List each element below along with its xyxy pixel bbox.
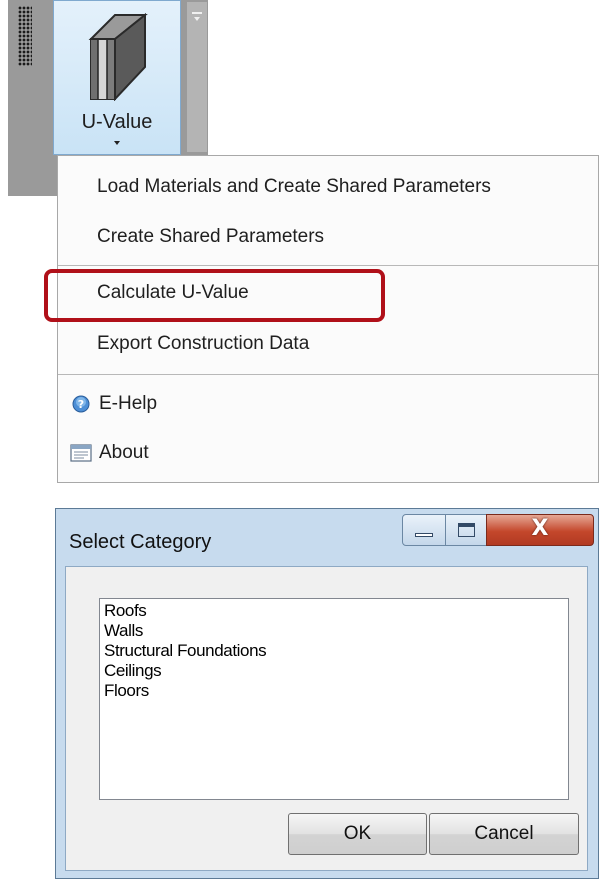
maximize-icon (458, 523, 475, 537)
menu-item-label: Load Materials and Create Shared Paramet… (97, 176, 491, 197)
help-icon: ? (72, 395, 90, 413)
list-item-walls[interactable]: Walls (104, 621, 564, 641)
menu-separator (58, 265, 598, 266)
cancel-button[interactable]: Cancel (429, 813, 579, 855)
wall-section-icon (88, 12, 148, 101)
menu-item-label: Create Shared Parameters (97, 226, 325, 247)
dialog-title: Select Category (69, 531, 212, 553)
menu-item-label: E-Help (99, 393, 158, 414)
menu-item-e-help[interactable]: ? E-Help (58, 384, 598, 424)
menu-item-create-shared-parameters[interactable]: Create Shared Parameters (58, 217, 598, 257)
svg-text:?: ? (78, 398, 84, 411)
category-listbox[interactable]: Roofs Walls Structural Foundations Ceili… (99, 598, 569, 800)
chevron-down-icon (114, 141, 120, 145)
menu-item-label: About (99, 442, 149, 463)
list-item-floors[interactable]: Floors (104, 681, 564, 701)
menu-item-about[interactable]: About (58, 433, 598, 473)
u-value-button-label: U-Value (81, 111, 153, 133)
ok-button[interactable]: OK (288, 813, 427, 855)
menu-separator (58, 374, 598, 375)
list-item-roofs[interactable]: Roofs (104, 601, 564, 621)
close-button[interactable]: X (486, 514, 594, 546)
menu-item-load-materials[interactable]: Load Materials and Create Shared Paramet… (58, 167, 598, 207)
close-icon: X (531, 516, 549, 541)
menu-item-label: Export Construction Data (97, 333, 310, 354)
highlight-annotation-box (44, 269, 385, 322)
list-item-structural-foundations[interactable]: Structural Foundations (104, 641, 564, 661)
select-category-dialog: Select Category X Roofs Walls Structural… (55, 508, 599, 879)
panel-pin-button[interactable] (187, 2, 207, 152)
minimize-button[interactable] (402, 514, 446, 546)
minimize-icon (415, 533, 433, 537)
panel-grip-handle[interactable] (18, 6, 32, 66)
list-item-ceilings[interactable]: Ceilings (104, 661, 564, 681)
about-icon (70, 444, 92, 462)
u-value-split-button[interactable]: U-Value (53, 0, 181, 155)
menu-item-export-construction-data[interactable]: Export Construction Data (58, 324, 598, 364)
dialog-client-area: Roofs Walls Structural Foundations Ceili… (65, 566, 588, 871)
maximize-button[interactable] (445, 514, 487, 546)
